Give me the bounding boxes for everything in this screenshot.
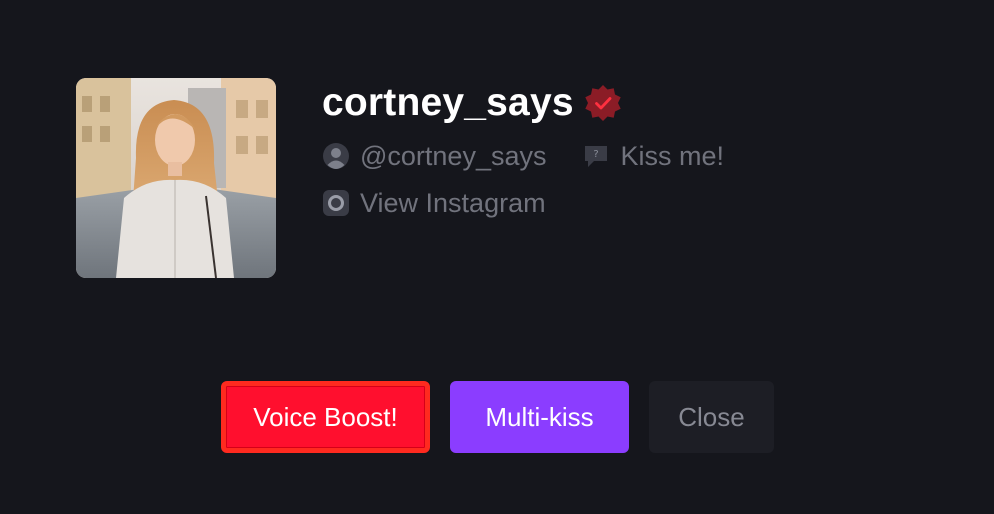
svg-text:?: ? [594,149,599,160]
handle-item: @cortney_says [322,141,546,172]
user-icon [322,142,350,170]
instagram-icon [322,189,350,217]
profile-info: cortney_says @cortney_says ? Kiss me! Vi… [322,78,724,223]
status-text: Kiss me! [620,140,725,171]
meta-row-handle: @cortney_says ? Kiss me! [322,136,724,176]
handle-text: @cortney_says [360,140,547,171]
view-instagram-link[interactable]: View Instagram [322,188,546,219]
name-row: cortney_says [322,78,724,128]
voice-boost-button[interactable]: Voice Boost! [221,381,430,453]
action-buttons: Voice Boost! Multi-kiss Close [221,381,774,453]
status-item: ? Kiss me! [582,141,724,172]
multi-kiss-button[interactable]: Multi-kiss [450,381,629,453]
verified-badge-icon [584,84,622,122]
speech-bubble-icon: ? [582,142,610,170]
meta-row-instagram: View Instagram [322,183,724,223]
instagram-label: View Instagram [360,187,546,218]
username: cortney_says [322,81,574,124]
profile-photo [76,78,276,278]
close-button[interactable]: Close [649,381,774,453]
profile-modal: cortney_says @cortney_says ? Kiss me! Vi… [0,0,994,514]
